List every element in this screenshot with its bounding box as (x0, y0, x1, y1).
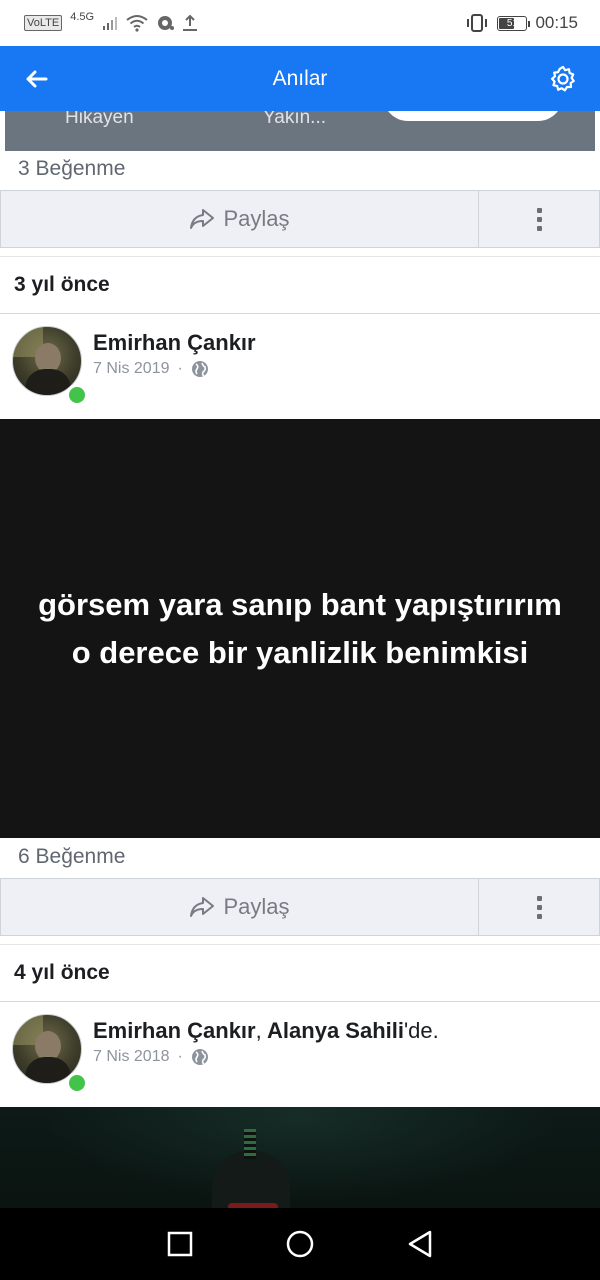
bottle-shape (212, 1151, 290, 1208)
section-header: 4 yıl önce (0, 944, 600, 1002)
volte-indicator: VoLTE (24, 15, 63, 31)
square-icon[interactable] (166, 1230, 194, 1258)
location-link[interactable]: Alanya Sahili (267, 1018, 404, 1043)
post-meta: 7 Nis 2019 · (93, 360, 209, 378)
status-post-card[interactable]: görsem yara sanıp bant yapıştırırım o de… (0, 419, 600, 838)
arrow-left-icon[interactable] (22, 64, 52, 94)
share-label: Paylaş (223, 206, 290, 231)
share-label: Paylaş (223, 894, 290, 919)
globe-icon (191, 1049, 208, 1065)
share-icon (190, 209, 215, 229)
previous-image-text-2: Yakın... (263, 111, 327, 128)
status-text: görsem yara sanıp bant yapıştırırım o de… (38, 586, 562, 670)
post-date[interactable]: 7 Nis 2019 (93, 360, 170, 378)
author-name[interactable]: Emirhan Çankır (93, 1018, 256, 1043)
more-vertical-icon (536, 895, 542, 919)
memories-feed[interactable]: Hikayen Yakın... 3 Beğenme Paylaş 3 yıl … (0, 111, 600, 1208)
globe-icon (191, 361, 208, 377)
meta-separator: · (177, 1048, 183, 1065)
battery-level: 51 (506, 17, 519, 29)
online-status-dot (66, 1072, 88, 1094)
share-button[interactable]: Paylaş (1, 191, 479, 247)
likes-count[interactable]: 3 Beğenme (18, 157, 125, 181)
more-options-button[interactable] (479, 879, 599, 935)
upload-icon (183, 14, 198, 31)
post-author-line: Emirhan Çankır, Alanya Sahili'de. (93, 1018, 439, 1044)
likes-count[interactable]: 6 Beğenme (18, 845, 125, 869)
clock: 00:15 (535, 13, 578, 32)
wifi-icon (126, 15, 148, 32)
post-actions: Paylaş (0, 878, 600, 936)
post-date[interactable]: 7 Nis 2018 (93, 1048, 170, 1066)
author-name[interactable]: Emirhan Çankır (93, 330, 256, 355)
gear-icon[interactable] (548, 64, 578, 94)
previous-image-pill (383, 111, 563, 121)
online-status-dot (66, 384, 88, 406)
more-vertical-icon (536, 207, 542, 231)
bottle-cap (244, 1129, 256, 1159)
share-icon (190, 897, 215, 917)
location-suffix: 'de. (403, 1018, 439, 1043)
post-author[interactable]: Emirhan Çankır (93, 330, 256, 356)
previous-image-text-1: Hikayen (65, 111, 134, 128)
battery-indicator: 51 (497, 15, 531, 31)
meta-separator: · (177, 360, 183, 377)
triangle-back-icon[interactable] (406, 1229, 434, 1259)
more-options-button[interactable] (479, 191, 599, 247)
app-bar: Anılar (0, 46, 600, 111)
page-title: Anılar (272, 66, 328, 90)
post-photo[interactable] (0, 1107, 600, 1208)
vibrate-icon (467, 14, 488, 32)
section-header: 3 yıl önce (0, 256, 600, 314)
post-header: Emirhan Çankır 7 Nis 2019 · (0, 314, 600, 418)
previous-post-image[interactable]: Hikayen Yakın... (5, 111, 595, 151)
system-nav-bar (0, 1208, 600, 1280)
post-header: Emirhan Çankır, Alanya Sahili'de. 7 Nis … (0, 1002, 600, 1106)
post-meta: 7 Nis 2018 · (93, 1048, 209, 1066)
network-type: 4.5G (70, 11, 95, 23)
sync-icon (158, 16, 175, 30)
comma-separator: , (255, 1018, 262, 1043)
signal-icon (103, 17, 118, 30)
status-right: 51 00:15 (465, 13, 578, 33)
share-button[interactable]: Paylaş (1, 879, 479, 935)
status-left: VoLTE 4.5G (24, 11, 198, 32)
circle-icon[interactable] (285, 1229, 315, 1259)
status-bar: VoLTE 4.5G 51 00:15 (0, 0, 600, 46)
previous-post-actions: Paylaş (0, 190, 600, 248)
